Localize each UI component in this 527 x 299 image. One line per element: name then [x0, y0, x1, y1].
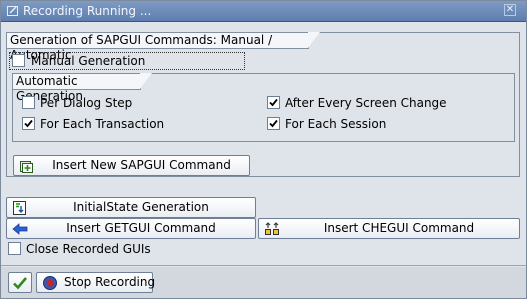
arrow-left-icon	[12, 223, 28, 235]
insert-new-sapgui-command-label: Insert New SAPGUI Command	[52, 158, 231, 172]
checkmark-icon	[269, 98, 278, 107]
footer-separator	[1, 265, 526, 266]
automatic-generation-group-title: Automatic Generation	[13, 73, 152, 103]
automatic-generation-group: Automatic Generation Per Dialog Step Aft…	[12, 73, 515, 142]
generation-mode-group-title: Generation of SAPGUI Commands: Manual / …	[7, 32, 320, 62]
confirm-button[interactable]	[8, 272, 32, 293]
title-bar: Recording Running ... ✕	[1, 1, 526, 22]
initial-state-generation-label: InitialState Generation	[73, 200, 209, 214]
compare-icon	[265, 222, 279, 235]
stop-recording-button[interactable]: Stop Recording	[36, 272, 156, 293]
insert-chegui-command-button[interactable]: Insert CHEGUI Command	[258, 218, 520, 239]
per-dialog-step-row[interactable]: Per Dialog Step	[22, 95, 222, 111]
manual-generation-checkbox-row[interactable]: Manual Generation	[9, 52, 245, 70]
stop-recording-label: Stop Recording	[64, 275, 156, 289]
for-each-transaction-label: For Each Transaction	[40, 117, 165, 131]
insert-getgui-command-button[interactable]: Insert GETGUI Command	[6, 218, 256, 239]
window-title: Recording Running ...	[23, 4, 152, 18]
footer-toolbar: Stop Recording	[1, 267, 526, 298]
for-each-transaction-checkbox[interactable]	[22, 117, 35, 130]
for-each-transaction-row[interactable]: For Each Transaction	[22, 116, 222, 132]
insert-new-sapgui-command-button[interactable]: Insert New SAPGUI Command	[13, 155, 250, 176]
manual-generation-checkbox[interactable]	[12, 54, 25, 67]
initial-state-icon	[13, 201, 26, 215]
checkmark-icon	[269, 119, 278, 128]
checkmark-icon	[13, 277, 27, 290]
initial-state-generation-button[interactable]: InitialState Generation	[6, 197, 256, 218]
per-dialog-step-label: Per Dialog Step	[40, 96, 133, 110]
close-recorded-guis-label: Close Recorded GUIs	[26, 242, 151, 256]
recording-dialog: Recording Running ... ✕ Generation of SA…	[0, 0, 527, 299]
checkmark-icon	[24, 119, 33, 128]
stop-record-icon	[43, 276, 57, 290]
after-every-screen-change-checkbox[interactable]	[267, 96, 280, 109]
close-recorded-guis-checkbox[interactable]	[8, 242, 21, 255]
insert-chegui-command-label: Insert CHEGUI Command	[323, 221, 475, 235]
for-each-session-label: For Each Session	[285, 117, 387, 131]
per-dialog-step-checkbox[interactable]	[22, 96, 35, 109]
manual-generation-label: Manual Generation	[31, 54, 146, 68]
insert-getgui-command-label: Insert GETGUI Command	[66, 221, 216, 235]
window-icon	[7, 6, 18, 16]
after-every-screen-change-label: After Every Screen Change	[285, 96, 447, 110]
close-button[interactable]: ✕	[504, 4, 516, 16]
close-recorded-guis-row[interactable]: Close Recorded GUIs	[8, 241, 208, 257]
generation-mode-group: Generation of SAPGUI Commands: Manual / …	[6, 32, 520, 177]
for-each-session-row[interactable]: For Each Session	[267, 116, 467, 132]
insert-command-icon	[20, 161, 33, 173]
for-each-session-checkbox[interactable]	[267, 117, 280, 130]
after-every-screen-change-row[interactable]: After Every Screen Change	[267, 95, 507, 111]
